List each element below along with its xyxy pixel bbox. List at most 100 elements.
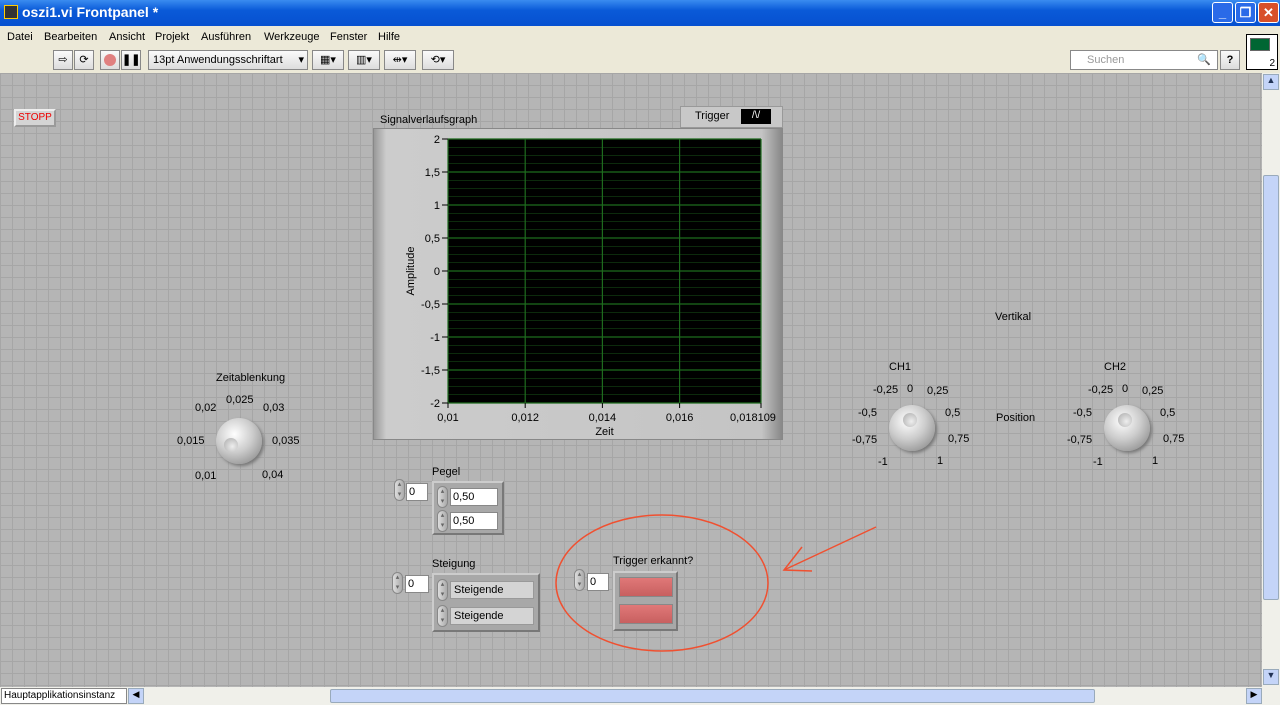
search-input[interactable]: Suchen 🔍 — [1070, 50, 1218, 70]
knob-tick-label: 0,5 — [945, 407, 961, 419]
scroll-up-icon[interactable]: ▲ — [1263, 74, 1279, 90]
minimize-button[interactable]: _ — [1212, 2, 1233, 23]
menu-bar: Datei Bearbeiten Ansicht Projekt Ausführ… — [0, 26, 1240, 48]
menu-ausfuehren[interactable]: Ausführen — [201, 31, 251, 43]
knob-tick-label: 0 — [907, 383, 914, 395]
knob-tick-label: 0,04 — [262, 469, 284, 481]
pegel-index-spinner[interactable]: ▴ ▾ — [394, 479, 405, 501]
scroll-right-icon[interactable]: ▶ — [1246, 688, 1262, 704]
abort-icon[interactable] — [100, 50, 120, 70]
distribute-objects-icon[interactable]: ▥▾ — [348, 50, 380, 70]
y-tick-label: 2 — [434, 134, 440, 146]
vertikal-label: Vertikal — [995, 311, 1032, 323]
knob-tick-label: 0,025 — [226, 394, 254, 406]
window-title: oszi1.vi Frontpanel * — [22, 4, 159, 20]
steigung-spinner[interactable]: ▴ ▾ — [437, 579, 448, 601]
menu-fenster[interactable]: Fenster — [330, 31, 367, 43]
vertical-scrollbar[interactable]: ▲ ▼ — [1262, 73, 1280, 687]
knob-tick-label: 0,75 — [948, 433, 970, 445]
knob-tick-label: -0,25 — [1088, 384, 1114, 396]
waveform-graph[interactable]: 2 1,5 1 0,5 0 -0,5 -1 -1,5 -2 0,01 0,012 0,014 0,016… — [373, 128, 783, 440]
x-tick-label: 0,016 — [666, 412, 694, 424]
align-objects-icon[interactable]: ▦▾ — [312, 50, 344, 70]
knob-tick-label: -0,5 — [858, 407, 877, 419]
ch2-label: CH2 — [1104, 361, 1127, 373]
x-tick-label: 0,01 — [437, 412, 458, 424]
x-tick-label: 0,018109 — [730, 412, 776, 424]
run-arrow-icon[interactable]: ⇨ — [53, 50, 73, 70]
menu-werkzeuge[interactable]: Werkzeuge — [264, 31, 319, 43]
annotation-overlay — [555, 514, 877, 652]
menu-ansicht[interactable]: Ansicht — [109, 31, 145, 43]
knob-tick-label: 1 — [1152, 455, 1159, 467]
steigung-index-spinner[interactable]: ▴ ▾ — [392, 572, 403, 594]
knob-tick-label: -1 — [1093, 456, 1103, 468]
pegel-value[interactable]: 0,50 — [450, 512, 498, 530]
y-tick-label: 1 — [434, 200, 440, 212]
knob-tick-label: 0,035 — [272, 435, 300, 447]
steigung-index[interactable]: 0 — [405, 575, 429, 593]
y-tick-label: -0,5 — [421, 299, 440, 311]
pegel-value[interactable]: 0,50 — [450, 488, 498, 506]
knob-tick-label: 0,02 — [195, 402, 217, 414]
font-label: 13pt Anwendungsschriftart — [153, 54, 283, 66]
knob-tick-label: 0,01 — [195, 470, 217, 482]
run-continuously-icon[interactable]: ⟳ — [74, 50, 94, 70]
y-tick-label: -2 — [430, 398, 440, 410]
steigung-enum[interactable]: Steigende — [450, 581, 534, 599]
plot-legend[interactable]: Trigger /\/ — [680, 106, 783, 128]
help-button[interactable]: ? — [1220, 50, 1240, 70]
menu-hilfe[interactable]: Hilfe — [378, 31, 400, 43]
y-axis-label: Amplitude — [405, 247, 417, 296]
vi-icon — [4, 5, 18, 19]
knob-tick-label: 0,25 — [927, 385, 949, 397]
knob-tick-label: -0,5 — [1073, 407, 1092, 419]
knob-tick-label: 0,75 — [1163, 433, 1185, 445]
pegel-spinner[interactable]: ▴ ▾ — [437, 486, 448, 508]
connector-pane-icon[interactable]: 2 — [1246, 34, 1278, 70]
maximize-button[interactable]: ❐ — [1235, 2, 1256, 23]
graph-svg: 2 1,5 1 0,5 0 -0,5 -1 -1,5 -2 0,01 0,012 0,014 0,016… — [405, 134, 776, 438]
scroll-down-icon[interactable]: ▼ — [1263, 669, 1279, 685]
pegel-index[interactable]: 0 — [406, 483, 428, 501]
menu-datei[interactable]: Datei — [7, 31, 33, 43]
reorder-icon[interactable]: ⟲▾ — [422, 50, 454, 70]
steigung-enum[interactable]: Steigende — [450, 607, 534, 625]
pegel-spinner[interactable]: ▴ ▾ — [437, 510, 448, 532]
y-tick-label: 0 — [434, 266, 440, 278]
y-tick-label: 0,5 — [425, 233, 440, 245]
resize-objects-icon[interactable]: ⇹▾ — [384, 50, 416, 70]
front-panel: STOPP Signalverlaufsgraph Trigger /\/ 2 1… — [0, 73, 1262, 687]
x-tick-label: 0,014 — [589, 412, 617, 424]
search-icon: 🔍 — [1197, 54, 1211, 66]
knob-tick-label: 0,03 — [263, 402, 285, 414]
zeitablenkung-knob[interactable] — [216, 418, 262, 464]
menu-bearbeiten[interactable]: Bearbeiten — [44, 31, 97, 43]
pause-icon[interactable]: ❚❚ — [121, 50, 141, 70]
knob-tick-label: 0 — [1122, 383, 1129, 395]
knob-tick-label: -1 — [878, 456, 888, 468]
vertical-scroll-thumb[interactable] — [1263, 175, 1279, 600]
knob-tick-label: 1 — [937, 455, 944, 467]
steigung-spinner[interactable]: ▴ ▾ — [437, 605, 448, 627]
stop-button[interactable]: STOPP — [14, 109, 56, 127]
knob-tick-label: -0,75 — [1067, 434, 1093, 446]
scroll-left-icon[interactable]: ◀ — [128, 688, 144, 704]
annotation-circle — [555, 514, 769, 652]
close-button[interactable]: ✕ — [1258, 2, 1279, 23]
knob-tick-label: -0,25 — [873, 384, 899, 396]
chevron-down-icon: ▾ — [298, 54, 304, 66]
ch2-position-knob[interactable] — [1104, 405, 1150, 451]
steigung-label: Steigung — [432, 558, 476, 570]
menu-projekt[interactable]: Projekt — [155, 31, 189, 43]
annotation-arrow — [783, 526, 877, 571]
font-dropdown[interactable]: 13pt Anwendungsschriftart ▾ — [148, 50, 308, 70]
ch1-position-knob[interactable] — [889, 405, 935, 451]
graph-title: Signalverlaufsgraph — [380, 114, 478, 126]
toolbar: ⇨ ⟳ ❚❚ 13pt Anwendungsschriftart ▾ ▦▾ ▥▾ … — [0, 34, 1278, 73]
x-axis-label: Zeit — [595, 426, 613, 438]
pegel-label: Pegel — [432, 466, 461, 478]
application-instance[interactable]: Hauptapplikationsinstanz — [1, 688, 127, 704]
horizontal-scroll-thumb[interactable] — [330, 689, 1095, 703]
position-label: Position — [996, 412, 1036, 424]
